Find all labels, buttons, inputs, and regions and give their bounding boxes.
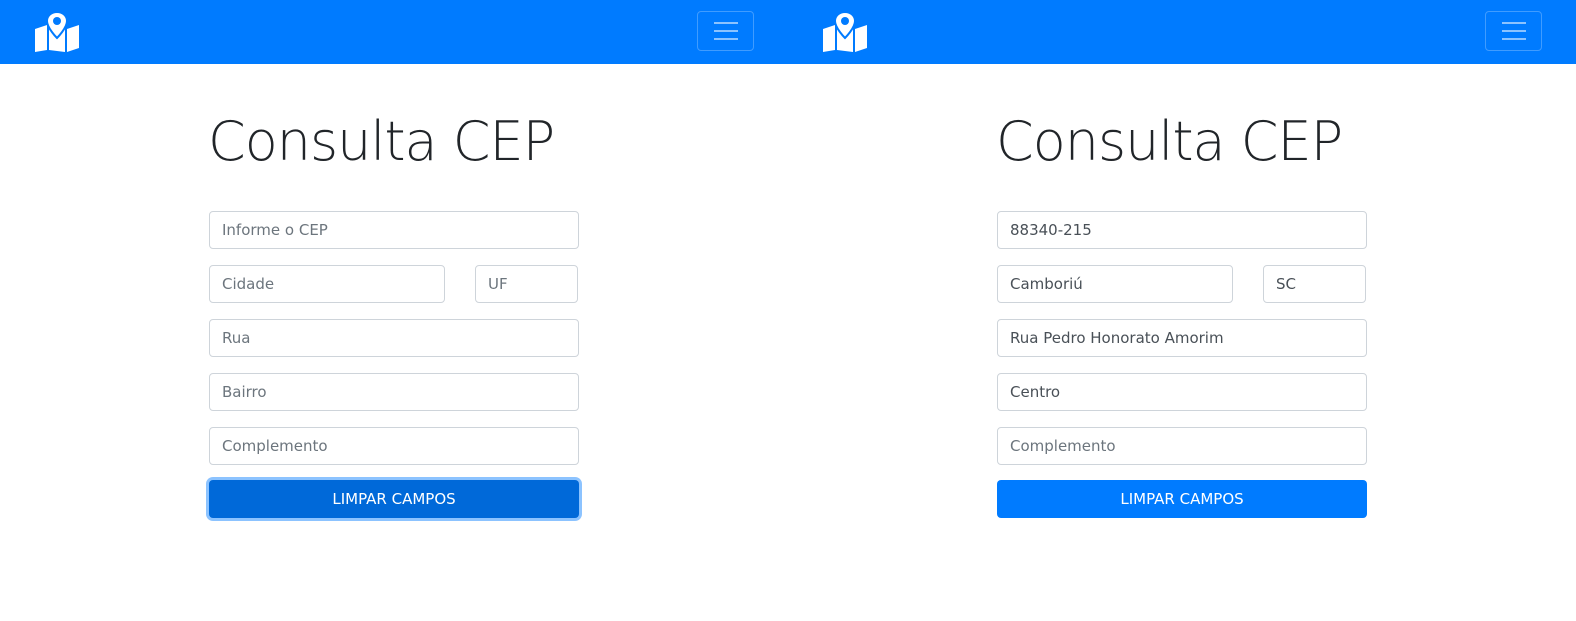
rua-input[interactable] xyxy=(997,319,1367,357)
page-title: Consulta CEP xyxy=(996,110,1343,173)
uf-input[interactable] xyxy=(1263,265,1366,303)
complemento-input[interactable] xyxy=(997,427,1367,465)
map-marker-icon[interactable] xyxy=(33,10,81,54)
hamburger-menu-icon[interactable] xyxy=(1485,11,1542,51)
rua-input[interactable] xyxy=(209,319,579,357)
left-panel: Consulta CEP LIMPAR CAMPOS xyxy=(0,0,788,621)
cep-input[interactable] xyxy=(209,211,579,249)
complemento-input[interactable] xyxy=(209,427,579,465)
map-marker-icon[interactable] xyxy=(821,10,869,54)
page-title: Consulta CEP xyxy=(208,110,555,173)
navbar xyxy=(788,0,1576,64)
clear-fields-button[interactable]: LIMPAR CAMPOS xyxy=(209,480,579,518)
uf-input[interactable] xyxy=(475,265,578,303)
cidade-input[interactable] xyxy=(209,265,445,303)
bairro-input[interactable] xyxy=(997,373,1367,411)
right-panel: Consulta CEP LIMPAR CAMPOS xyxy=(788,0,1576,621)
bairro-input[interactable] xyxy=(209,373,579,411)
clear-fields-button[interactable]: LIMPAR CAMPOS xyxy=(997,480,1367,518)
hamburger-menu-icon[interactable] xyxy=(697,11,754,51)
navbar xyxy=(0,0,788,64)
cep-input[interactable] xyxy=(997,211,1367,249)
cidade-input[interactable] xyxy=(997,265,1233,303)
